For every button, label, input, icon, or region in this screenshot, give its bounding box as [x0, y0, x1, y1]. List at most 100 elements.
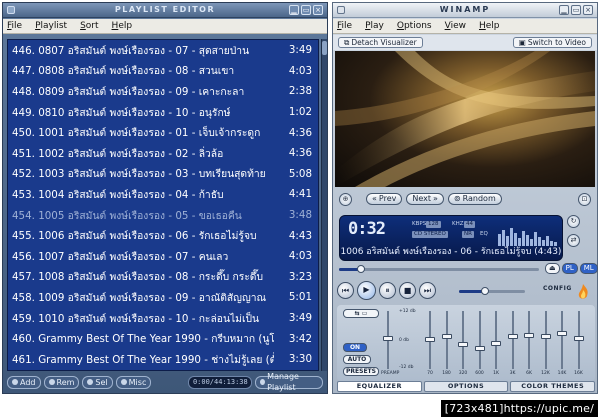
eq-band-slider[interactable]	[474, 311, 485, 369]
manage-playlist-icon	[260, 379, 266, 385]
eq-band-slider[interactable]	[507, 311, 518, 369]
switch-to-video-button[interactable]: ▣ Switch to Video	[512, 37, 592, 48]
playlist-row[interactable]: 459. 1010 อริสมันต์ พงษ์เรืองรอง - 10 - …	[8, 308, 318, 329]
eq-band-slider[interactable]	[441, 311, 452, 369]
misc-button[interactable]: Misc	[115, 375, 152, 389]
menu-file[interactable]: File	[337, 21, 352, 31]
volume-handle[interactable]	[481, 287, 490, 295]
eq-slider-knob[interactable]	[573, 335, 584, 341]
next-track-icon[interactable]: ⏭	[419, 281, 436, 299]
preamp-slider[interactable]	[383, 311, 393, 369]
tab-options[interactable]: OPTIONS	[423, 381, 509, 392]
eq-band-slider[interactable]	[425, 311, 435, 369]
playlist-row[interactable]: 450. 1001 อริสมันต์ พงษ์เรืองรอง - 01 - …	[8, 122, 318, 143]
playlist-row[interactable]: 458. 1009 อริสมันต์ พงษ์เรืองรอง - 09 - …	[8, 287, 318, 308]
tab-color-themes[interactable]: COLOR THEMES	[510, 381, 596, 392]
eq-band-slider[interactable]	[557, 311, 567, 369]
visualizer-menu-icon[interactable]: ⊕	[339, 192, 352, 206]
fullscreen-icon[interactable]: ⊡	[578, 192, 591, 206]
playlist-row[interactable]: 456. 1007 อริสมันต์ พงษ์เรืองรอง - 07 - …	[8, 246, 318, 267]
eq-band-slider[interactable]	[524, 311, 534, 369]
scrollbar-thumb[interactable]	[322, 41, 327, 55]
winamp-titlebar[interactable]: WINAMP ▁ ▭ ×	[333, 3, 597, 18]
track-title: 448. 0809 อริสมันต์ พงษ์เรืองรอง - 09 - …	[12, 85, 245, 98]
eq-presets-button[interactable]: PRESETS	[343, 367, 379, 376]
volume-slider[interactable]	[459, 287, 525, 295]
eq-slider-knob[interactable]	[383, 335, 393, 341]
playlist-row[interactable]: 457. 1008 อริสมันต์ พงษ์เรืองรอง - 08 - …	[8, 267, 318, 288]
eq-on-button[interactable]: ON	[343, 343, 367, 352]
eq-slider-knob[interactable]	[507, 334, 518, 340]
prev-button[interactable]: «Prev	[366, 193, 403, 205]
add-button[interactable]: Add	[7, 375, 41, 389]
menu-help[interactable]: Help	[479, 21, 500, 31]
stop-icon[interactable]: ■	[399, 281, 416, 299]
shade-icon[interactable]: ▭	[301, 5, 311, 15]
close-icon[interactable]: ×	[313, 5, 323, 15]
menu-options[interactable]: Options	[397, 21, 432, 31]
eq-slider-knob[interactable]	[524, 333, 534, 339]
tab-equalizer[interactable]: EQUALIZER	[337, 381, 422, 392]
winamp-logo-icon[interactable]	[577, 284, 589, 300]
manage-playlist-label: Manage Playlist	[267, 372, 299, 392]
detach-visualizer-button[interactable]: ⧉ Detach Visualizer	[338, 37, 423, 48]
eq-band-slider[interactable]	[491, 311, 501, 369]
media-library-toggle-button[interactable]: ML	[579, 263, 598, 274]
eq-slider-knob[interactable]	[540, 334, 551, 340]
playlist-row[interactable]: 449. 0810 อริสมันต์ พงษ์เรืองรอง - 10 - …	[8, 102, 318, 123]
playlist-row[interactable]: 455. 1006 อริสมันต์ พงษ์เรืองรอง - 06 - …	[8, 225, 318, 246]
menu-playlist[interactable]: Playlist	[35, 21, 67, 31]
eq-slider-knob[interactable]	[557, 330, 567, 336]
eq-slider-knob[interactable]	[441, 333, 452, 339]
equalizer-panel: ⇆ ▭ ON AUTO PRESETS +12 db 0 db -12 db P…	[337, 305, 595, 381]
eq-slider-knob[interactable]	[425, 337, 435, 342]
playlist-row[interactable]: 448. 0809 อริสมันต์ พงษ์เรืองรอง - 09 - …	[8, 81, 318, 102]
eq-slider-knob[interactable]	[458, 342, 468, 348]
playlist-row[interactable]: 453. 1004 อริสมันต์ พงษ์เรืองรอง - 04 - …	[8, 184, 318, 205]
visualizer-view[interactable]	[335, 51, 595, 187]
repeat-icon[interactable]: ↻	[567, 215, 580, 228]
eq-slider-knob[interactable]	[474, 346, 485, 352]
eq-presets-toggle[interactable]: ⇆ ▭	[343, 309, 379, 318]
shuffle-icon[interactable]: ⇄	[567, 234, 580, 247]
minimize-icon[interactable]: ▁	[289, 5, 299, 15]
spectrum-analyzer[interactable]	[497, 224, 559, 246]
close-icon[interactable]: ×	[583, 5, 593, 15]
playlist-row[interactable]: 451. 1002 อริสมันต์ พงษ์เรืองรอง - 02 - …	[8, 143, 318, 164]
eject-button[interactable]: ⏏	[545, 263, 560, 274]
menu-play[interactable]: Play	[365, 21, 384, 31]
playlist-row[interactable]: 460. Grammy Best Of The Year 1990 - กรีบ…	[8, 328, 318, 349]
eq-auto-button[interactable]: AUTO	[343, 355, 371, 364]
menu-sort[interactable]: Sort	[80, 21, 98, 31]
seek-handle[interactable]	[357, 265, 365, 273]
eq-slider-knob[interactable]	[491, 340, 501, 346]
playlist-row[interactable]: 454. 1005 อริสมันต์ พงษ์เรืองรอง - 05 - …	[8, 205, 318, 226]
manage-playlist-button[interactable]: Manage Playlist	[255, 372, 323, 392]
next-button[interactable]: Next»	[406, 193, 444, 205]
playlist-scrollbar[interactable]	[321, 39, 327, 371]
eq-band-slider[interactable]	[458, 311, 468, 369]
playlist-toggle-button[interactable]: PL	[561, 263, 578, 274]
playlist-row[interactable]: 447. 0808 อริสมันต์ พงษ์เรืองรอง - 08 - …	[8, 61, 318, 82]
playlist-row[interactable]: 446. 0807 อริสมันต์ พงษ์เรืองรอง - 07 - …	[8, 40, 318, 61]
seek-bar[interactable]	[339, 265, 539, 273]
remove-button[interactable]: Rem	[43, 375, 80, 389]
playlist-titlebar[interactable]: PLAYLIST EDITOR ▁ ▭ ×	[3, 3, 327, 18]
menu-file[interactable]: File	[7, 21, 22, 31]
menu-help[interactable]: Help	[112, 21, 133, 31]
playlist-row[interactable]: 452. 1003 อริสมันต์ พงษ์เรืองรอง - 03 - …	[8, 164, 318, 185]
menu-view[interactable]: View	[445, 21, 466, 31]
playlist-list[interactable]: 446. 0807 อริสมันต์ พงษ์เรืองรอง - 07 - …	[7, 39, 319, 371]
playlist-row[interactable]: 461. Grammy Best Of The Year 1990 - ช่าง…	[8, 349, 318, 370]
play-icon[interactable]: ▶	[357, 280, 376, 300]
track-duration: 4:41	[288, 188, 312, 201]
config-button[interactable]: CONFIG	[543, 285, 572, 292]
eq-band-slider[interactable]	[540, 311, 551, 369]
eq-band-slider[interactable]	[573, 311, 584, 369]
previous-track-icon[interactable]: ⏮	[337, 281, 354, 299]
shade-icon[interactable]: ▭	[571, 5, 581, 15]
random-button[interactable]: ⊚ Random	[447, 193, 502, 205]
pause-icon[interactable]: ⏸	[379, 281, 396, 299]
select-button[interactable]: Sel	[82, 375, 113, 389]
minimize-icon[interactable]: ▁	[559, 5, 569, 15]
